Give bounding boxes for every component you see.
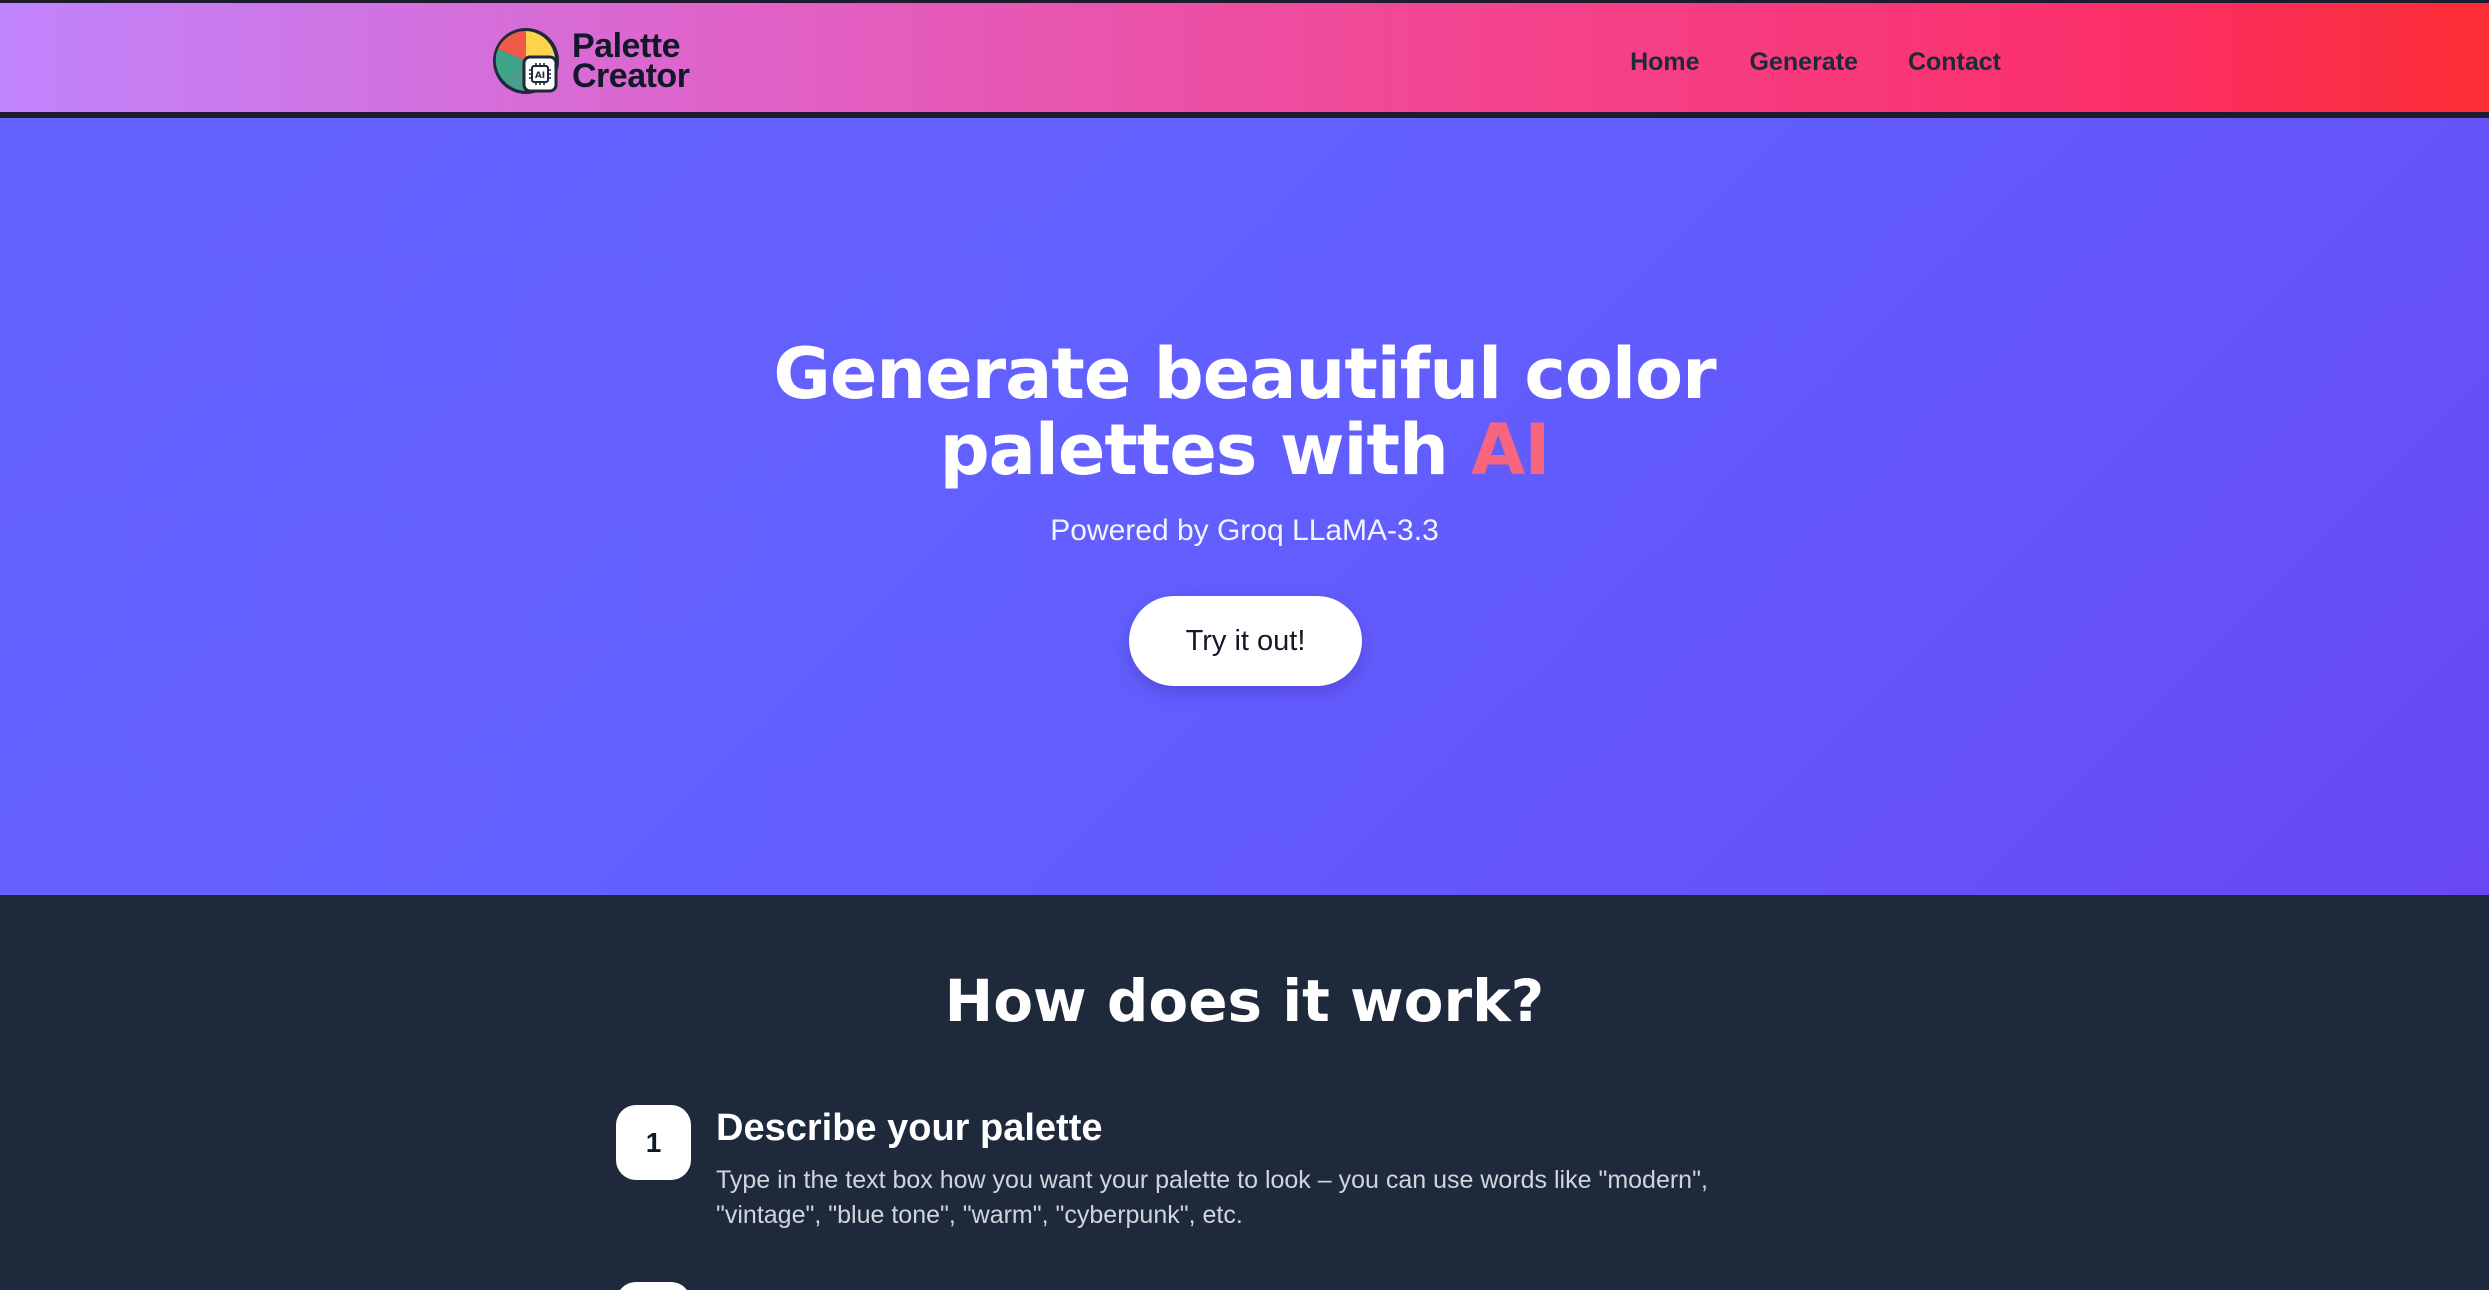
try-it-out-button[interactable]: Try it out! bbox=[1129, 596, 1362, 686]
how-it-works-section: How does it work? 1 Describe your palett… bbox=[0, 895, 2489, 1290]
hero-section: Generate beautiful color palettes with A… bbox=[0, 118, 2489, 895]
brand-line-2: Creator bbox=[572, 57, 690, 95]
hero-subtitle: Powered by Groq LLaMA-3.3 bbox=[1050, 514, 1439, 547]
brand-name: Palette Creator bbox=[572, 29, 690, 95]
how-it-works-title: How does it work? bbox=[944, 967, 1545, 1035]
nav-link-contact[interactable]: Contact bbox=[1908, 48, 2001, 77]
hero-title: Generate beautiful color palettes with A… bbox=[0, 336, 2489, 488]
step-title: Describe your palette bbox=[716, 1107, 1103, 1149]
step-description: Type in the text box how you want your p… bbox=[716, 1166, 1708, 1229]
hero-title-line-1: Generate beautiful color bbox=[773, 333, 1716, 415]
hero-title-accent: AI bbox=[1471, 409, 1550, 491]
brand-logo-link[interactable]: AI Palette Creator bbox=[490, 23, 690, 99]
hero-title-prefix: palettes with bbox=[939, 409, 1449, 491]
nav-link-home[interactable]: Home bbox=[1630, 48, 1699, 77]
nav-link-generate[interactable]: Generate bbox=[1750, 48, 1858, 77]
next-step-badge-partial bbox=[616, 1282, 691, 1290]
nav-links: Home Generate Contact bbox=[1630, 3, 2001, 121]
hero-title-line-2: palettes with AI bbox=[0, 412, 2489, 488]
palette-ai-logo-icon: AI bbox=[493, 28, 559, 94]
step-number-badge: 1 bbox=[616, 1105, 691, 1180]
svg-text:AI: AI bbox=[535, 71, 545, 81]
top-navbar: AI Palette Creator Home Generate Contact bbox=[0, 0, 2489, 118]
